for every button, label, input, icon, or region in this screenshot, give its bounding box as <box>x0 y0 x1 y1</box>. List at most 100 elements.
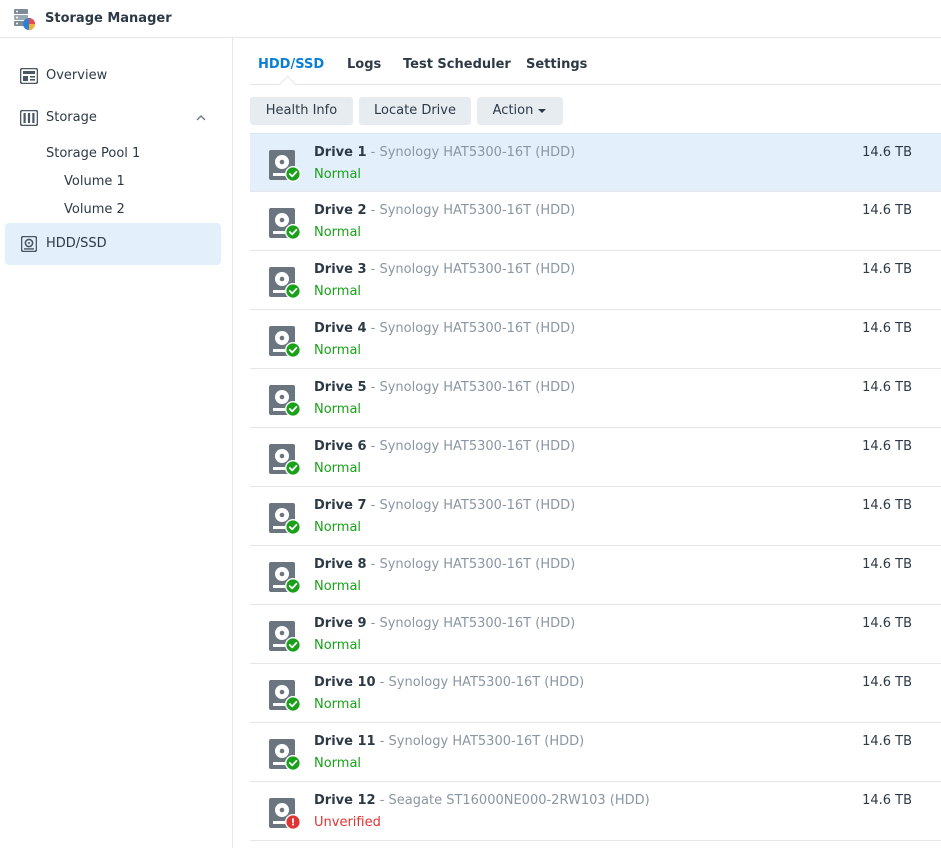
sidebar-item-hdd-ssd[interactable]: HDD/SSD <box>5 223 221 265</box>
drive-name: Drive 4 <box>314 321 367 336</box>
drive-row[interactable]: Drive 11 - Synology HAT5300-16T (HDD) Nor… <box>250 723 941 782</box>
drive-name: Drive 9 <box>314 616 367 631</box>
sidebar-item-storage[interactable]: Storage <box>5 97 221 139</box>
drive-name: Drive 5 <box>314 380 367 395</box>
drive-capacity: 14.6 TB <box>862 439 912 454</box>
sidebar-item-storage-pool-1[interactable]: Storage Pool 1 <box>46 146 140 161</box>
drive-model: - Synology HAT5300-16T (HDD) <box>366 557 576 572</box>
hdd-healthy-icon <box>269 326 301 358</box>
sidebar-item-label: Overview <box>46 68 108 83</box>
drive-row[interactable]: Drive 7 - Synology HAT5300-16T (HDD) Norm… <box>250 487 941 546</box>
drive-row[interactable]: Drive 4 - Synology HAT5300-16T (HDD) Norm… <box>250 310 941 369</box>
action-dropdown-button[interactable]: Action <box>477 97 563 125</box>
drive-title: Drive 6 - Synology HAT5300-16T (HDD) <box>314 439 575 454</box>
caret-down-icon <box>538 109 546 113</box>
drive-model: - Synology HAT5300-16T (HDD) <box>366 321 576 336</box>
drive-row[interactable]: Drive 8 - Synology HAT5300-16T (HDD) Norm… <box>250 546 941 605</box>
health-info-button[interactable]: Health Info <box>250 97 353 125</box>
title-bar: Storage Manager <box>0 0 941 38</box>
drive-title: Drive 2 - Synology HAT5300-16T (HDD) <box>314 203 575 218</box>
drive-title: Drive 7 - Synology HAT5300-16T (HDD) <box>314 498 575 513</box>
drive-row[interactable]: Drive 2 - Synology HAT5300-16T (HDD) Norm… <box>250 192 941 251</box>
chevron-up-icon[interactable] <box>195 112 207 124</box>
drive-name: Drive 12 <box>314 793 376 808</box>
hdd-healthy-icon <box>269 680 301 712</box>
drive-row[interactable]: Drive 10 - Synology HAT5300-16T (HDD) Nor… <box>250 664 941 723</box>
app-title: Storage Manager <box>45 11 172 26</box>
sidebar-item-label: HDD/SSD <box>46 236 107 251</box>
drive-status: Normal <box>314 638 362 653</box>
hdd-healthy-icon <box>269 150 301 182</box>
drive-capacity: 14.6 TB <box>862 675 912 690</box>
drive-status: Normal <box>314 461 362 476</box>
drive-model: - Synology HAT5300-16T (HDD) <box>366 380 576 395</box>
tab-settings[interactable]: Settings <box>526 57 587 72</box>
drive-status: Normal <box>314 697 362 712</box>
drive-status: Normal <box>314 579 362 594</box>
sidebar-item-volume-1[interactable]: Volume 1 <box>64 174 125 189</box>
button-label: Locate Drive <box>374 103 456 118</box>
drive-name: Drive 2 <box>314 203 367 218</box>
locate-drive-button[interactable]: Locate Drive <box>359 97 471 125</box>
sidebar: Overview Storage Storage Pool 1 Volume 1… <box>0 38 233 848</box>
hdd-warning-icon <box>269 798 301 830</box>
drive-capacity: 14.6 TB <box>862 616 912 631</box>
hdd-healthy-icon <box>269 739 301 771</box>
hdd-healthy-icon <box>269 444 301 476</box>
hdd-healthy-icon <box>269 208 301 240</box>
tab-logs[interactable]: Logs <box>347 57 381 72</box>
drive-name: Drive 11 <box>314 734 376 749</box>
drive-capacity: 14.6 TB <box>862 321 912 336</box>
drive-row[interactable]: Drive 1 - Synology HAT5300-16T (HDD) Norm… <box>250 133 941 192</box>
drive-capacity: 14.6 TB <box>862 793 912 808</box>
drive-row[interactable]: Drive 9 - Synology HAT5300-16T (HDD) Norm… <box>250 605 941 664</box>
drive-status: Normal <box>314 520 362 535</box>
drive-status: Normal <box>314 225 362 240</box>
drive-status: Unverified <box>314 815 381 830</box>
tab-bar: HDD/SSD Logs Test Scheduler Settings <box>250 38 941 92</box>
storage-manager-app-icon <box>14 9 35 30</box>
drive-name: Drive 6 <box>314 439 367 454</box>
storage-icon <box>20 110 38 126</box>
drive-title: Drive 3 - Synology HAT5300-16T (HDD) <box>314 262 575 277</box>
sidebar-item-volume-2[interactable]: Volume 2 <box>64 202 125 217</box>
drive-model: - Synology HAT5300-16T (HDD) <box>366 498 576 513</box>
drive-model: - Synology HAT5300-16T (HDD) <box>366 145 576 160</box>
overview-icon <box>20 68 38 84</box>
drive-capacity: 14.6 TB <box>862 734 912 749</box>
sidebar-item-overview[interactable]: Overview <box>5 55 221 97</box>
main-panel: HDD/SSD Logs Test Scheduler Settings Hea… <box>234 38 941 848</box>
drive-capacity: 14.6 TB <box>862 557 912 572</box>
drive-name: Drive 8 <box>314 557 367 572</box>
drive-row[interactable]: Drive 5 - Synology HAT5300-16T (HDD) Norm… <box>250 369 941 428</box>
tab-hdd-ssd[interactable]: HDD/SSD <box>258 57 324 72</box>
drive-capacity: 14.6 TB <box>862 498 912 513</box>
drive-title: Drive 1 - Synology HAT5300-16T (HDD) <box>314 145 575 160</box>
drive-capacity: 14.6 TB <box>862 380 912 395</box>
drive-row[interactable]: Drive 12 - Seagate ST16000NE000-2RW103 (… <box>250 782 941 841</box>
drive-capacity: 14.6 TB <box>862 145 912 160</box>
drive-name: Drive 3 <box>314 262 367 277</box>
drive-title: Drive 8 - Synology HAT5300-16T (HDD) <box>314 557 575 572</box>
active-tab-indicator <box>279 75 296 92</box>
drive-row[interactable]: Drive 6 - Synology HAT5300-16T (HDD) Norm… <box>250 428 941 487</box>
drive-model: - Synology HAT5300-16T (HDD) <box>375 734 585 749</box>
drive-title: Drive 12 - Seagate ST16000NE000-2RW103 (… <box>314 793 650 808</box>
drive-title: Drive 9 - Synology HAT5300-16T (HDD) <box>314 616 575 631</box>
hdd-healthy-icon <box>269 385 301 417</box>
drive-capacity: 14.6 TB <box>862 203 912 218</box>
drive-row[interactable]: Drive 3 - Synology HAT5300-16T (HDD) Norm… <box>250 251 941 310</box>
drive-model: - Synology HAT5300-16T (HDD) <box>366 616 576 631</box>
drive-title: Drive 10 - Synology HAT5300-16T (HDD) <box>314 675 584 690</box>
tab-test-scheduler[interactable]: Test Scheduler <box>403 57 511 72</box>
sidebar-item-label: Storage <box>46 110 97 125</box>
hdd-icon <box>21 236 37 252</box>
drive-title: Drive 4 - Synology HAT5300-16T (HDD) <box>314 321 575 336</box>
drive-status: Normal <box>314 343 362 358</box>
hdd-healthy-icon <box>269 621 301 653</box>
hdd-healthy-icon <box>269 267 301 299</box>
drive-capacity: 14.6 TB <box>862 262 912 277</box>
drive-name: Drive 7 <box>314 498 367 513</box>
drive-model: - Synology HAT5300-16T (HDD) <box>366 439 576 454</box>
drive-title: Drive 11 - Synology HAT5300-16T (HDD) <box>314 734 584 749</box>
